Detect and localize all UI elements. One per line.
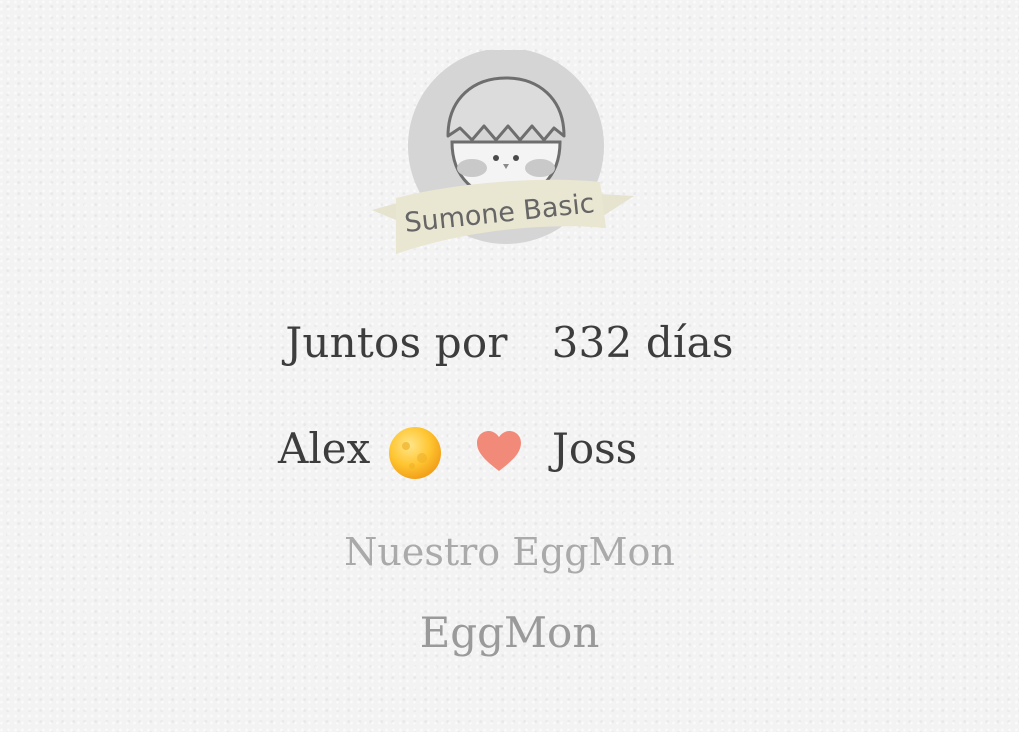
egg-chick-icon: Sumone Basic <box>372 50 634 254</box>
together-label: Juntos por <box>285 318 508 367</box>
partner-name-1: Alex <box>278 424 371 473</box>
days-count: 332 días <box>551 318 734 367</box>
partner-name-2: Joss <box>552 424 638 473</box>
eggmon-label: Nuestro EggMon <box>344 530 675 574</box>
together-duration: Juntos por 332 días <box>0 318 1019 367</box>
moon-emoji-icon <box>389 427 441 479</box>
heart-icon <box>477 431 521 471</box>
eggmon-name: EggMon <box>419 608 600 657</box>
sumone-basic-badge: Sumone Basic <box>368 50 638 275</box>
